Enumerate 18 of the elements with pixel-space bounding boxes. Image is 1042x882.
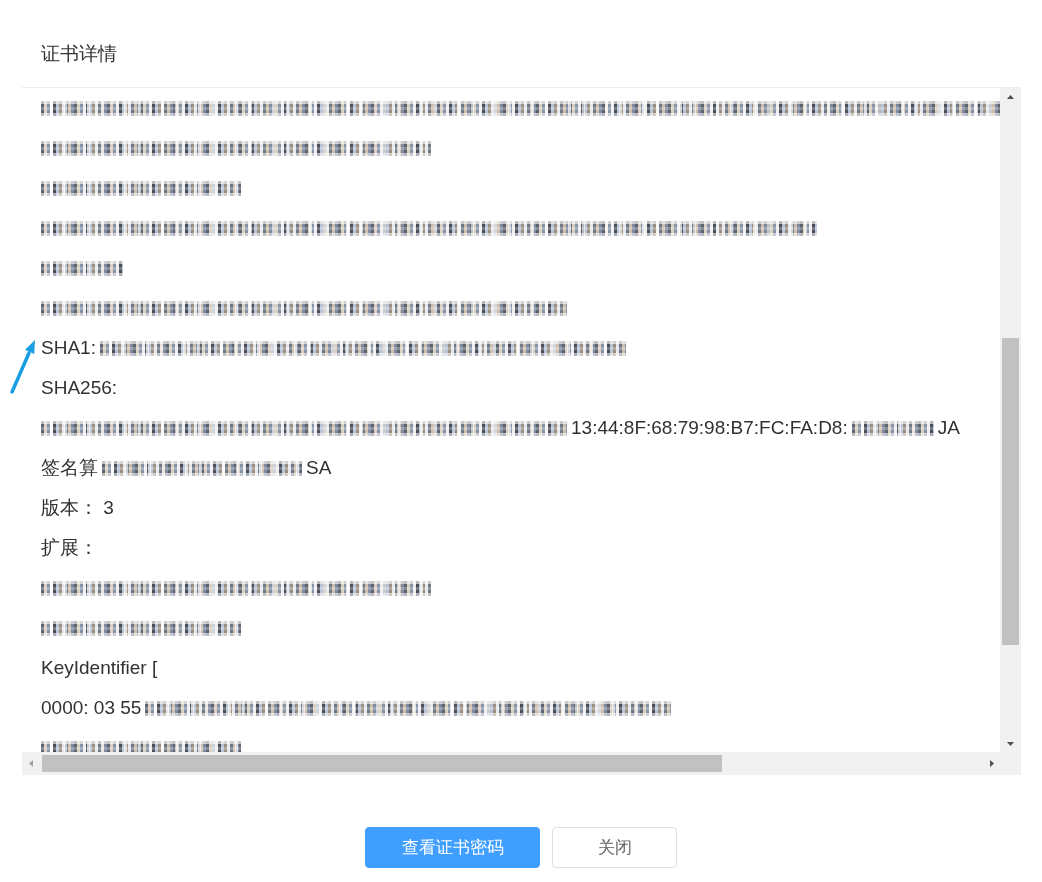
certificate-line-text: 0000: 03 55 — [41, 697, 142, 719]
certificate-line-text: 扩展： — [41, 537, 98, 559]
scroll-up-arrow-icon[interactable] — [1007, 94, 1014, 99]
certificate-line-text: 版本： 3 — [41, 497, 114, 519]
certificate-line-text: 13:44:8F:68:79:98:B7:FC:FA:D8: — [571, 417, 848, 439]
scroll-down-arrow-icon[interactable] — [1007, 741, 1014, 746]
scroll-right-arrow-icon[interactable] — [989, 760, 994, 767]
certificate-line-text: KeyIdentifier [ — [41, 657, 158, 679]
scrollbar-thumb[interactable] — [42, 755, 722, 772]
dialog-title: 证书详情 — [41, 42, 117, 66]
close-button[interactable]: 关闭 — [552, 827, 677, 868]
pointer-arrow — [8, 338, 36, 396]
scrollbar-thumb[interactable] — [1002, 338, 1019, 645]
certificate-line-text: SA — [306, 457, 332, 479]
certificate-line-text: SHA1: — [41, 337, 96, 359]
certificate-line-text: SHA256: — [41, 377, 118, 399]
certificate-line-text: 签名算 — [41, 457, 98, 479]
certificate-line-text: JA — [937, 417, 960, 439]
